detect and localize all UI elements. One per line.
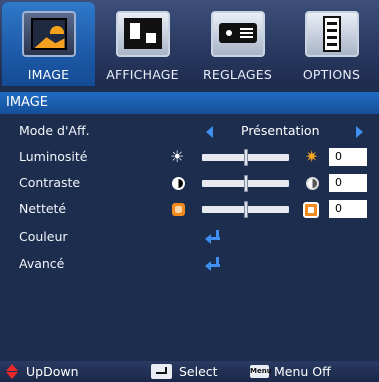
color-label: Couleur	[19, 229, 68, 244]
sharpness-slider-knob[interactable]	[243, 201, 248, 218]
brightness-value: 0	[329, 148, 367, 166]
display-mode-label: Mode d'Aff.	[19, 123, 90, 138]
image-icon	[21, 11, 76, 57]
contrast-slider[interactable]	[202, 175, 289, 192]
menu-row-sharpness[interactable]: Netteté 0	[0, 197, 379, 223]
contrast-label: Contraste	[19, 175, 81, 190]
menu-row-contrast[interactable]: Contraste 0	[0, 171, 379, 197]
tab-bar: IMAGE AFFICHAGE REGLAGES OPTIONS	[0, 0, 379, 87]
arrow-right-icon[interactable]	[356, 126, 363, 138]
tab-image[interactable]: IMAGE	[2, 2, 95, 86]
sharpness-low-icon	[172, 203, 185, 216]
select-hint: Select	[179, 364, 218, 379]
sharpness-label: Netteté	[19, 201, 67, 216]
tab-reglages[interactable]: REGLAGES	[191, 2, 284, 86]
footer-hint-bar: UpDown Select Menu Menu Off	[0, 361, 379, 382]
brightness-slider[interactable]	[202, 149, 289, 166]
projector-icon	[210, 11, 265, 57]
advanced-label: Avancé	[19, 256, 65, 271]
sharpness-slider[interactable]	[202, 201, 289, 218]
sharpness-value: 0	[329, 200, 367, 218]
display-icon	[115, 11, 170, 57]
menu-row-brightness[interactable]: Luminosité ☀ ✷ 0	[0, 145, 379, 171]
brightness-label: Luminosité	[19, 149, 88, 164]
tab-options-label: OPTIONS	[302, 67, 361, 82]
contrast-slider-knob[interactable]	[243, 175, 248, 192]
display-mode-value: Présentation	[241, 123, 320, 138]
menu-off-hint: Menu Off	[274, 364, 331, 379]
sharpness-high-icon	[303, 202, 319, 218]
tab-affichage-label: AFFICHAGE	[106, 67, 179, 82]
osd-menu: IMAGE AFFICHAGE REGLAGES OPTIONS IMAGE M…	[0, 0, 379, 382]
section-title: IMAGE	[0, 92, 379, 114]
tab-affichage[interactable]: AFFICHAGE	[96, 2, 189, 86]
contrast-value: 0	[329, 174, 367, 192]
options-icon	[304, 11, 359, 57]
enter-icon[interactable]	[205, 257, 220, 271]
menu-row-display-mode[interactable]: Mode d'Aff. Présentation	[0, 119, 379, 145]
brightness-slider-knob[interactable]	[243, 149, 248, 166]
menu-row-color[interactable]: Couleur	[0, 225, 379, 251]
tab-image-label: IMAGE	[27, 67, 70, 82]
sun-dim-icon: ☀	[170, 147, 185, 166]
updown-hint: UpDown	[26, 364, 79, 379]
contrast-low-icon	[172, 177, 185, 190]
enter-icon[interactable]	[205, 230, 220, 244]
tab-reglages-label: REGLAGES	[203, 67, 272, 82]
sun-bright-icon: ✷	[305, 147, 319, 166]
updown-arrows-icon	[6, 364, 18, 379]
arrow-left-icon[interactable]	[206, 126, 213, 138]
tab-options[interactable]: OPTIONS	[285, 2, 378, 86]
contrast-high-icon	[306, 177, 319, 190]
menu-key-icon: Menu	[250, 365, 272, 378]
enter-key-icon	[151, 364, 172, 379]
menu-row-advanced[interactable]: Avancé	[0, 252, 379, 278]
